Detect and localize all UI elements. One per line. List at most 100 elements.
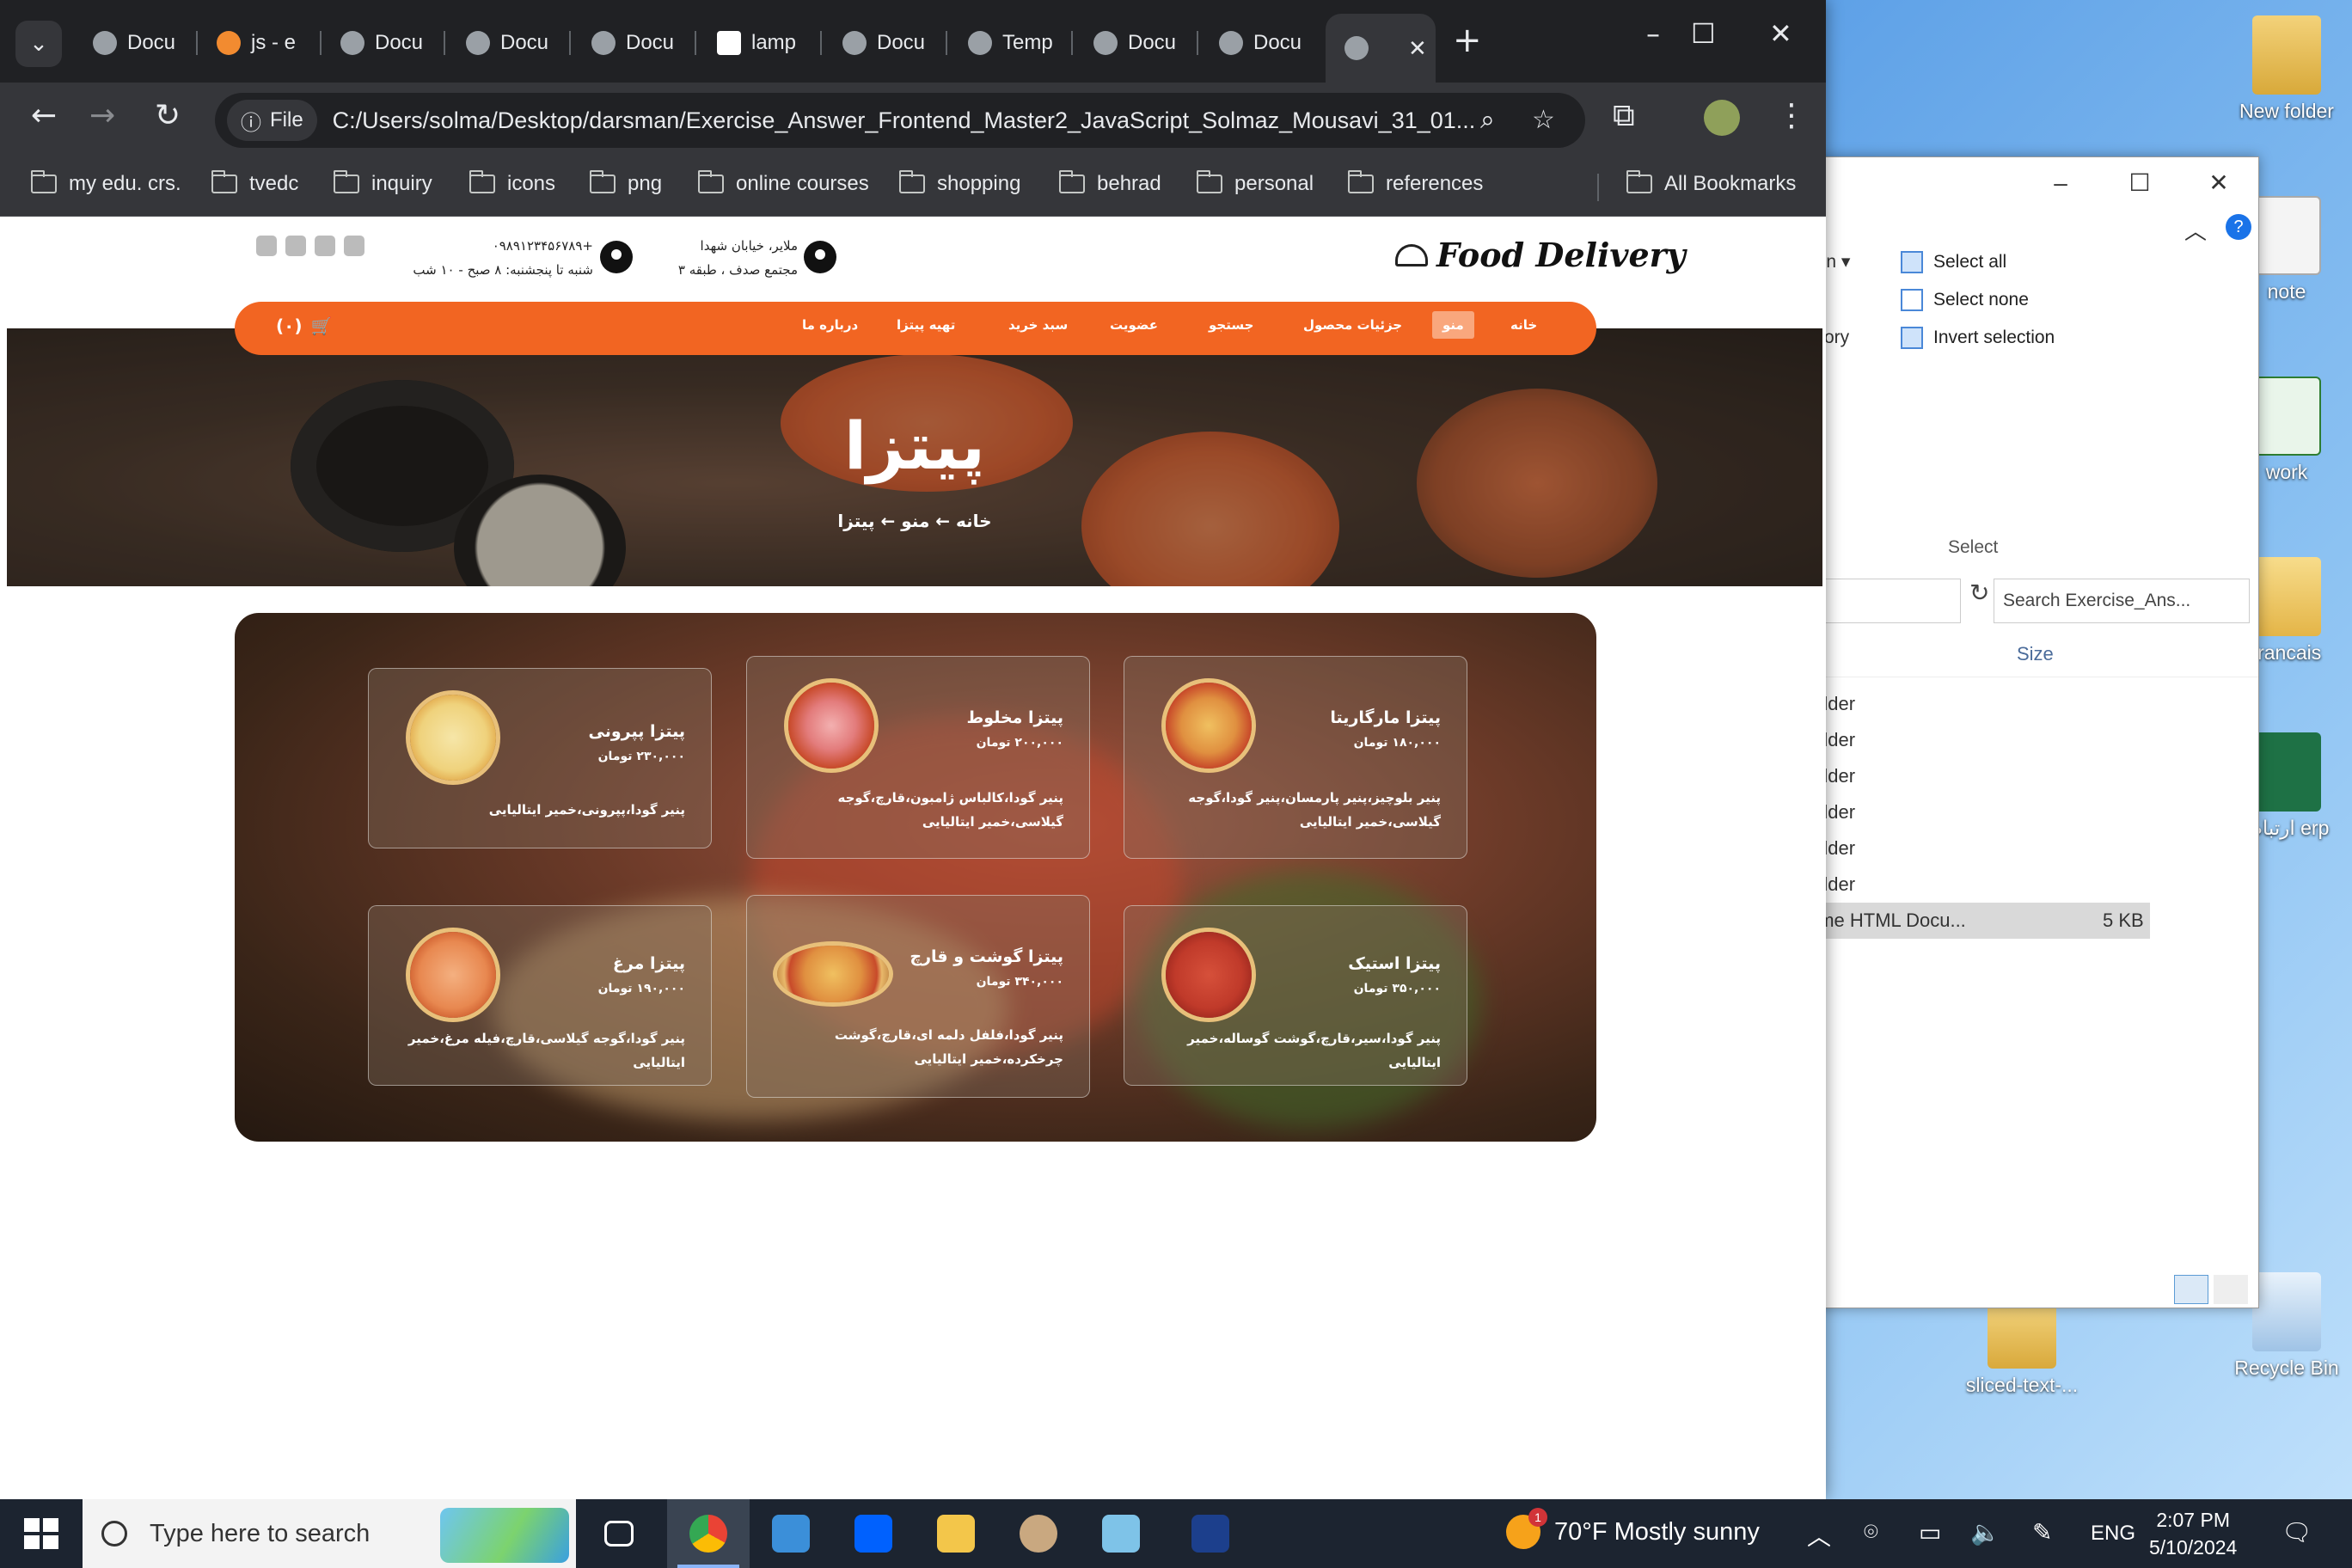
product-card[interactable]: پیتزا پپرونی ۲۳۰,۰۰۰ تومان پنیر گودا،پپر…: [368, 668, 712, 848]
pen-icon[interactable]: ✎: [2032, 1518, 2052, 1547]
chrome-taskbar-icon[interactable]: [667, 1499, 750, 1568]
task-view-icon[interactable]: [578, 1499, 660, 1568]
browser-tab[interactable]: Docu: [322, 14, 445, 72]
browser-tab[interactable]: Docu: [573, 14, 696, 72]
bookmark-folder[interactable]: icons: [469, 170, 555, 196]
large-icons-view-icon[interactable]: [2214, 1275, 2248, 1304]
browser-tab[interactable]: lamp: [698, 14, 822, 72]
close-icon[interactable]: ✕: [2179, 157, 2258, 209]
site-logo[interactable]: Food Delivery: [1395, 236, 1686, 274]
size-column-header[interactable]: Size: [2017, 643, 2054, 665]
battery-icon[interactable]: ▭: [1919, 1518, 1941, 1547]
file-row[interactable]: folder: [1806, 686, 2258, 722]
maximize-icon[interactable]: ☐: [2100, 157, 2179, 209]
chevron-up-icon[interactable]: ︿: [2184, 214, 2207, 246]
file-row[interactable]: folder: [1806, 830, 2258, 867]
taskbar-search-box[interactable]: Type here to search: [83, 1499, 576, 1568]
product-card[interactable]: پیتزا مارگاریتا ۱۸۰,۰۰۰ تومان پنیر بلوچی…: [1124, 656, 1467, 859]
new-tab-icon[interactable]: +: [1453, 21, 1482, 60]
nav-signup[interactable]: عضویت: [1110, 317, 1158, 333]
minimize-icon[interactable]: –: [1646, 17, 1660, 50]
meet-now-icon[interactable]: ⌾: [1864, 1518, 1878, 1547]
product-card[interactable]: پیتزا مخلوط ۲۰۰,۰۰۰ تومان پنیر گودا،کالب…: [746, 656, 1090, 859]
extensions-icon[interactable]: ⧉: [1613, 98, 1635, 134]
help-icon[interactable]: ?: [2226, 214, 2251, 240]
menu-kebab-icon[interactable]: ⋮: [1776, 98, 1807, 133]
profile-avatar[interactable]: [1704, 100, 1740, 136]
file-row-selected[interactable]: ome HTML Docu... 5 KB: [1806, 903, 2150, 939]
select-none-button[interactable]: Select none: [1901, 281, 2055, 319]
instagram-icon[interactable]: [344, 236, 364, 256]
cart-button[interactable]: (۰) 🛒: [276, 315, 332, 336]
all-bookmarks-button[interactable]: All Bookmarks: [1626, 170, 1796, 196]
browser-tab[interactable]: Docu: [74, 14, 198, 72]
notepad-icon[interactable]: [1080, 1499, 1162, 1568]
product-card[interactable]: پیتزا گوشت و قارچ ۳۴۰,۰۰۰ تومان پنیر گود…: [746, 895, 1090, 1098]
bookmark-star-icon[interactable]: ☆: [1532, 105, 1555, 135]
language-indicator[interactable]: ENG: [2091, 1522, 2135, 1546]
browser-tab-active[interactable]: ✕: [1326, 14, 1436, 83]
minimize-icon[interactable]: –: [2021, 157, 2100, 209]
back-icon[interactable]: ←: [31, 98, 57, 133]
tab-search-chevron-icon[interactable]: ⌄: [15, 21, 62, 67]
nav-menu[interactable]: منو: [1432, 311, 1474, 339]
close-icon[interactable]: ✕: [1769, 17, 1792, 50]
file-row[interactable]: folder: [1806, 794, 2258, 830]
zoom-icon[interactable]: ⌕: [1480, 105, 1495, 135]
linkedin-icon[interactable]: [256, 236, 277, 256]
browser-tab[interactable]: Docu: [447, 14, 571, 72]
pdf-pro-icon[interactable]: [1169, 1499, 1252, 1568]
nav-cart[interactable]: سبد خرید: [1008, 317, 1068, 333]
bookmark-folder[interactable]: online courses: [698, 170, 869, 196]
nav-make-pizza[interactable]: تهیه پیتزا: [897, 317, 955, 333]
refresh-icon[interactable]: ↻: [1969, 579, 1989, 607]
browser-tab[interactable]: Temp: [949, 14, 1073, 72]
weather-widget[interactable]: 70°F Mostly sunny: [1506, 1508, 1760, 1549]
file-explorer-icon[interactable]: [915, 1499, 997, 1568]
bookmark-folder[interactable]: behrad: [1059, 170, 1161, 196]
system-clock[interactable]: 2:07 PM 5/10/2024: [2149, 1506, 2237, 1561]
bookmark-folder[interactable]: references: [1348, 170, 1483, 196]
nav-home[interactable]: خانه: [1510, 317, 1537, 333]
bookmark-folder[interactable]: tvedc: [211, 170, 298, 196]
site-info-chip[interactable]: ⓘ File: [227, 100, 317, 141]
file-row[interactable]: folder: [1806, 867, 2258, 903]
dropbox-icon[interactable]: [832, 1499, 915, 1568]
chevron-up-icon[interactable]: ︿: [1807, 1518, 1831, 1553]
nav-search[interactable]: جستجو: [1209, 317, 1253, 333]
product-card[interactable]: پیتزا استیک ۳۵۰,۰۰۰ تومان پنیر گودا،سیر،…: [1124, 905, 1467, 1086]
maximize-icon[interactable]: ☐: [1691, 17, 1716, 50]
file-row[interactable]: folder: [1806, 758, 2258, 794]
browser-tab[interactable]: Docu: [1200, 14, 1320, 72]
reload-icon[interactable]: ↻: [155, 98, 181, 133]
volume-icon[interactable]: 🔈: [1970, 1518, 2000, 1547]
close-tab-icon[interactable]: ✕: [1408, 35, 1427, 62]
nav-product-details[interactable]: جزئیات محصول: [1303, 317, 1402, 333]
bookmark-folder[interactable]: shopping: [899, 170, 1020, 196]
bookmark-folder[interactable]: png: [590, 170, 662, 196]
facebook-icon[interactable]: [315, 236, 335, 256]
bookmark-folder[interactable]: inquiry: [334, 170, 432, 196]
url-text[interactable]: C:/Users/solma/Desktop/darsman/Exercise_…: [333, 107, 1485, 134]
forward-icon[interactable]: →: [89, 98, 115, 133]
address-bar[interactable]: ⓘ File C:/Users/solma/Desktop/darsman/Exe…: [215, 93, 1585, 148]
twitter-icon[interactable]: [285, 236, 306, 256]
bookmark-folder[interactable]: my edu. crs.: [31, 170, 181, 196]
explorer-search-input[interactable]: Search Exercise_Ans...: [1994, 579, 2250, 623]
browser-tab[interactable]: Docu: [824, 14, 947, 72]
browser-tab[interactable]: js - e: [198, 14, 322, 72]
notifications-icon[interactable]: 🗨: [2282, 1518, 2312, 1547]
desktop-icon-new-folder[interactable]: New folder: [2226, 15, 2347, 123]
nav-about[interactable]: درباره ما: [802, 317, 858, 333]
paint-icon[interactable]: [997, 1499, 1080, 1568]
explorer-address-bar[interactable]: [1806, 579, 1961, 623]
invert-selection-button[interactable]: Invert selection: [1901, 319, 2055, 357]
browser-tab[interactable]: Docu: [1075, 14, 1198, 72]
details-view-icon[interactable]: [2174, 1275, 2208, 1304]
product-card[interactable]: پیتزا مرغ ۱۹۰,۰۰۰ تومان پنیر گودا،گوجه گ…: [368, 905, 712, 1086]
bookmark-folder[interactable]: personal: [1197, 170, 1314, 196]
laptop-app-icon[interactable]: [750, 1499, 832, 1568]
select-all-button[interactable]: Select all: [1901, 243, 2055, 281]
file-row[interactable]: folder: [1806, 722, 2258, 758]
windows-start-icon[interactable]: [24, 1518, 58, 1549]
